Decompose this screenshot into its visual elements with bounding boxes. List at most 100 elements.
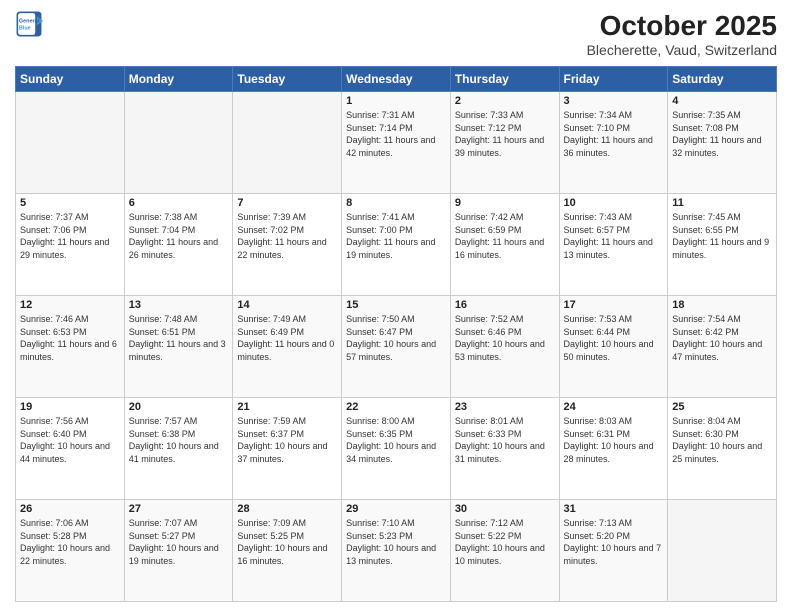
day-number: 5 xyxy=(20,197,120,209)
day-number: 27 xyxy=(129,503,229,515)
calendar-cell-2-4: 16 Sunrise: 7:52 AM Sunset: 6:46 PM Dayli… xyxy=(450,296,559,398)
calendar-cell-2-1: 13 Sunrise: 7:48 AM Sunset: 6:51 PM Dayli… xyxy=(124,296,233,398)
calendar-cell-3-2: 21Sunrise: 7:59 AM Sunset: 6:37 PM Dayli… xyxy=(233,398,342,500)
day-info: Sunrise: 7:06 AM Sunset: 5:28 PM Dayligh… xyxy=(20,517,120,567)
col-tuesday: Tuesday xyxy=(233,67,342,92)
day-number: 12 xyxy=(20,299,120,311)
svg-text:Blue: Blue xyxy=(19,25,31,31)
day-info: Sunrise: 7:46 AM Sunset: 6:53 PM Dayligh… xyxy=(20,313,120,363)
day-number: 11 xyxy=(672,197,772,209)
day-info: Sunrise: 7:49 AM Sunset: 6:49 PM Dayligh… xyxy=(237,313,337,363)
calendar-table: Sunday Monday Tuesday Wednesday Thursday… xyxy=(15,66,777,602)
calendar-header-row: Sunday Monday Tuesday Wednesday Thursday… xyxy=(16,67,777,92)
title-block: October 2025 Blecherette, Vaud, Switzerl… xyxy=(587,10,777,58)
day-number: 25 xyxy=(672,401,772,413)
calendar-cell-4-4: 30Sunrise: 7:12 AM Sunset: 5:22 PM Dayli… xyxy=(450,500,559,602)
calendar-title: October 2025 xyxy=(587,10,777,42)
day-number: 26 xyxy=(20,503,120,515)
day-number: 28 xyxy=(237,503,337,515)
calendar-cell-3-3: 22 Sunrise: 8:00 AM Sunset: 6:35 PM Dayli… xyxy=(342,398,451,500)
calendar-cell-1-5: 10 Sunrise: 7:43 AM Sunset: 6:57 PM Dayli… xyxy=(559,194,668,296)
calendar-cell-1-3: 8Sunrise: 7:41 AM Sunset: 7:00 PM Daylig… xyxy=(342,194,451,296)
day-number: 2 xyxy=(455,95,555,107)
calendar-cell-1-1: 6 Sunrise: 7:38 AM Sunset: 7:04 PM Daylig… xyxy=(124,194,233,296)
calendar-cell-3-0: 19Sunrise: 7:56 AM Sunset: 6:40 PM Dayli… xyxy=(16,398,125,500)
day-number: 1 xyxy=(346,95,446,107)
day-number: 19 xyxy=(20,401,120,413)
calendar-cell-2-5: 17 Sunrise: 7:53 AM Sunset: 6:44 PM Dayli… xyxy=(559,296,668,398)
day-info: Sunrise: 7:10 AM Sunset: 5:23 PM Dayligh… xyxy=(346,517,446,567)
calendar-cell-4-2: 28 Sunrise: 7:09 AM Sunset: 5:25 PM Dayli… xyxy=(233,500,342,602)
calendar-cell-2-3: 15 Sunrise: 7:50 AM Sunset: 6:47 PM Dayli… xyxy=(342,296,451,398)
calendar-cell-3-4: 23Sunrise: 8:01 AM Sunset: 6:33 PM Dayli… xyxy=(450,398,559,500)
day-info: Sunrise: 7:31 AM Sunset: 7:14 PM Dayligh… xyxy=(346,109,446,159)
calendar-cell-1-6: 11 Sunrise: 7:45 AM Sunset: 6:55 PM Dayli… xyxy=(668,194,777,296)
day-info: Sunrise: 7:42 AM Sunset: 6:59 PM Dayligh… xyxy=(455,211,555,261)
day-info: Sunrise: 7:13 AM Sunset: 5:20 PM Dayligh… xyxy=(564,517,664,567)
week-row-0: 1 Sunrise: 7:31 AM Sunset: 7:14 PM Daylig… xyxy=(16,92,777,194)
day-info: Sunrise: 7:50 AM Sunset: 6:47 PM Dayligh… xyxy=(346,313,446,363)
day-number: 22 xyxy=(346,401,446,413)
calendar-cell-0-0 xyxy=(16,92,125,194)
calendar-cell-1-0: 5Sunrise: 7:37 AM Sunset: 7:06 PM Daylig… xyxy=(16,194,125,296)
calendar-cell-0-6: 4Sunrise: 7:35 AM Sunset: 7:08 PM Daylig… xyxy=(668,92,777,194)
day-info: Sunrise: 7:54 AM Sunset: 6:42 PM Dayligh… xyxy=(672,313,772,363)
day-info: Sunrise: 7:57 AM Sunset: 6:38 PM Dayligh… xyxy=(129,415,229,465)
svg-text:General: General xyxy=(19,18,40,24)
day-info: Sunrise: 7:07 AM Sunset: 5:27 PM Dayligh… xyxy=(129,517,229,567)
day-number: 6 xyxy=(129,197,229,209)
week-row-1: 5Sunrise: 7:37 AM Sunset: 7:06 PM Daylig… xyxy=(16,194,777,296)
day-info: Sunrise: 7:53 AM Sunset: 6:44 PM Dayligh… xyxy=(564,313,664,363)
week-row-4: 26 Sunrise: 7:06 AM Sunset: 5:28 PM Dayli… xyxy=(16,500,777,602)
calendar-cell-4-1: 27 Sunrise: 7:07 AM Sunset: 5:27 PM Dayli… xyxy=(124,500,233,602)
day-number: 29 xyxy=(346,503,446,515)
day-number: 15 xyxy=(346,299,446,311)
day-number: 24 xyxy=(564,401,664,413)
day-info: Sunrise: 7:39 AM Sunset: 7:02 PM Dayligh… xyxy=(237,211,337,261)
week-row-3: 19Sunrise: 7:56 AM Sunset: 6:40 PM Dayli… xyxy=(16,398,777,500)
day-info: Sunrise: 8:01 AM Sunset: 6:33 PM Dayligh… xyxy=(455,415,555,465)
day-info: Sunrise: 8:03 AM Sunset: 6:31 PM Dayligh… xyxy=(564,415,664,465)
col-saturday: Saturday xyxy=(668,67,777,92)
col-sunday: Sunday xyxy=(16,67,125,92)
day-info: Sunrise: 7:48 AM Sunset: 6:51 PM Dayligh… xyxy=(129,313,229,363)
day-info: Sunrise: 7:09 AM Sunset: 5:25 PM Dayligh… xyxy=(237,517,337,567)
calendar-cell-0-2 xyxy=(233,92,342,194)
day-info: Sunrise: 7:52 AM Sunset: 6:46 PM Dayligh… xyxy=(455,313,555,363)
col-thursday: Thursday xyxy=(450,67,559,92)
day-number: 8 xyxy=(346,197,446,209)
day-number: 14 xyxy=(237,299,337,311)
calendar-cell-4-3: 29 Sunrise: 7:10 AM Sunset: 5:23 PM Dayli… xyxy=(342,500,451,602)
calendar-cell-3-5: 24 Sunrise: 8:03 AM Sunset: 6:31 PM Dayli… xyxy=(559,398,668,500)
day-number: 13 xyxy=(129,299,229,311)
day-number: 18 xyxy=(672,299,772,311)
calendar-cell-4-5: 31Sunrise: 7:13 AM Sunset: 5:20 PM Dayli… xyxy=(559,500,668,602)
calendar-cell-4-6 xyxy=(668,500,777,602)
calendar-cell-0-3: 1 Sunrise: 7:31 AM Sunset: 7:14 PM Daylig… xyxy=(342,92,451,194)
day-info: Sunrise: 7:35 AM Sunset: 7:08 PM Dayligh… xyxy=(672,109,772,159)
day-info: Sunrise: 7:38 AM Sunset: 7:04 PM Dayligh… xyxy=(129,211,229,261)
logo: General Blue xyxy=(15,10,43,38)
calendar-subtitle: Blecherette, Vaud, Switzerland xyxy=(587,42,777,58)
day-number: 16 xyxy=(455,299,555,311)
calendar-cell-2-6: 18 Sunrise: 7:54 AM Sunset: 6:42 PM Dayli… xyxy=(668,296,777,398)
calendar-cell-1-2: 7 Sunrise: 7:39 AM Sunset: 7:02 PM Daylig… xyxy=(233,194,342,296)
calendar-cell-0-4: 2Sunrise: 7:33 AM Sunset: 7:12 PM Daylig… xyxy=(450,92,559,194)
day-number: 7 xyxy=(237,197,337,209)
day-number: 17 xyxy=(564,299,664,311)
day-number: 9 xyxy=(455,197,555,209)
calendar-cell-0-5: 3Sunrise: 7:34 AM Sunset: 7:10 PM Daylig… xyxy=(559,92,668,194)
header: General Blue October 2025 Blecherette, V… xyxy=(15,10,777,58)
day-number: 10 xyxy=(564,197,664,209)
calendar-cell-4-0: 26 Sunrise: 7:06 AM Sunset: 5:28 PM Dayli… xyxy=(16,500,125,602)
page: General Blue October 2025 Blecherette, V… xyxy=(0,0,792,612)
day-info: Sunrise: 7:43 AM Sunset: 6:57 PM Dayligh… xyxy=(564,211,664,261)
day-info: Sunrise: 8:04 AM Sunset: 6:30 PM Dayligh… xyxy=(672,415,772,465)
day-number: 3 xyxy=(564,95,664,107)
calendar-cell-0-1 xyxy=(124,92,233,194)
col-wednesday: Wednesday xyxy=(342,67,451,92)
calendar-cell-3-6: 25 Sunrise: 8:04 AM Sunset: 6:30 PM Dayli… xyxy=(668,398,777,500)
day-info: Sunrise: 7:45 AM Sunset: 6:55 PM Dayligh… xyxy=(672,211,772,261)
calendar-cell-1-4: 9 Sunrise: 7:42 AM Sunset: 6:59 PM Daylig… xyxy=(450,194,559,296)
day-info: Sunrise: 8:00 AM Sunset: 6:35 PM Dayligh… xyxy=(346,415,446,465)
